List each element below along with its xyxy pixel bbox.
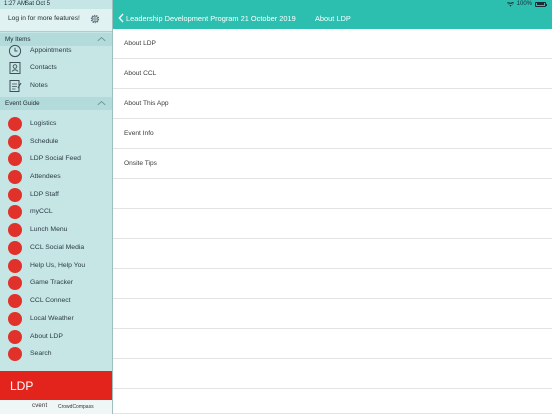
attendees-icon (8, 170, 22, 184)
sidebar: Log in for more features! My Items Appoi… (0, 0, 112, 414)
chevron-up-icon[interactable] (97, 100, 106, 106)
login-bar[interactable]: Log in for more features! (0, 9, 112, 32)
sidebar-item-label: myCCL (30, 208, 53, 215)
my-items-label: My Items (5, 36, 31, 43)
cvent-logo: cvent (32, 403, 48, 409)
sidebar-item-help-us[interactable]: Help Us, Help You (0, 258, 112, 275)
ldp-logo-text: LDP (10, 379, 34, 393)
page-title: About LDP (315, 14, 351, 23)
calendar-icon (8, 135, 22, 149)
sidebar-item-label: Notes (30, 82, 48, 89)
staff-icon (8, 188, 22, 202)
info-icon (8, 330, 22, 344)
sidebar-item-schedule[interactable]: Schedule (0, 134, 112, 151)
sidebar-item-social-feed[interactable]: LDP Social Feed (0, 151, 112, 168)
sidebar-item-game-tracker[interactable]: Game Tracker (0, 275, 112, 292)
battery-percent: 100% (516, 1, 532, 7)
chevron-up-icon[interactable] (97, 36, 106, 42)
sidebar-item-label: LDP Staff (30, 191, 59, 198)
sidebar-item-lunch-menu[interactable]: Lunch Menu (0, 222, 112, 239)
list-item-label: Event Info (124, 130, 154, 137)
empty-row (113, 209, 552, 239)
empty-row (113, 179, 552, 209)
list-item[interactable]: Onsite Tips (113, 149, 552, 179)
sidebar-item-about-ldp[interactable]: About LDP (0, 329, 112, 346)
gear-icon[interactable] (89, 13, 101, 25)
myccl-icon (8, 205, 22, 219)
sidebar-item-label: About LDP (30, 333, 63, 340)
social-media-icon (8, 241, 22, 255)
event-guide-label: Event Guide (5, 100, 40, 107)
sidebar-footer: cvent CrowdCompass (0, 400, 112, 414)
list-item-label: About CCL (124, 70, 157, 77)
empty-row (113, 359, 552, 389)
feedback-icon (8, 259, 22, 273)
sidebar-item-weather[interactable]: Local Weather (0, 311, 112, 328)
sidebar-item-staff[interactable]: LDP Staff (0, 187, 112, 204)
empty-row (113, 269, 552, 299)
sidebar-item-label: Attendees (30, 173, 61, 180)
empty-row (113, 239, 552, 269)
login-label[interactable]: Log in for more features! (8, 15, 80, 22)
game-tracker-icon (8, 276, 22, 290)
list-item[interactable]: Event Info (113, 119, 552, 149)
lunch-menu-icon (8, 223, 22, 237)
sidebar-item-label: Search (30, 350, 52, 357)
status-time: 1:27 AM (4, 1, 27, 7)
list-item-label: About This App (124, 100, 169, 107)
clock-icon (8, 44, 22, 58)
sidebar-item-myccl[interactable]: myCCL (0, 204, 112, 221)
list-item[interactable]: About LDP (113, 29, 552, 59)
status-bar: 1:27 AM Sat Oct 5 100% (0, 0, 552, 9)
contacts-icon (9, 62, 21, 74)
sidebar-item-ccl-connect[interactable]: CCL Connect (0, 293, 112, 310)
back-button[interactable]: Leadership Development Program 21 Octobe… (118, 13, 296, 23)
sidebar-item-label: Contacts (30, 64, 57, 71)
list-item[interactable]: About This App (113, 89, 552, 119)
wifi-icon (506, 1, 514, 7)
sidebar-item-label: Logistics (30, 120, 57, 127)
notes-icon (9, 80, 22, 92)
sidebar-item-attendees[interactable]: Attendees (0, 169, 112, 186)
social-feed-icon (8, 152, 22, 166)
crowdcompass-logo: CrowdCompass (58, 404, 94, 410)
sidebar-item-notes[interactable]: Notes (0, 78, 112, 95)
weather-icon (8, 312, 22, 326)
event-guide-header[interactable]: Event Guide (0, 97, 112, 110)
sidebar-item-label: CCL Social Media (30, 244, 85, 251)
sidebar-item-label: CCL Connect (30, 297, 71, 304)
sidebar-item-label: Lunch Menu (30, 226, 68, 233)
list-item-label: About LDP (124, 40, 156, 47)
back-label: Leadership Development Program 21 Octobe… (126, 13, 296, 23)
search-icon (8, 347, 22, 361)
sidebar-item-logistics[interactable]: Logistics (0, 116, 112, 133)
list-item-label: Onsite Tips (124, 160, 157, 167)
connect-icon (8, 294, 22, 308)
empty-row (113, 299, 552, 329)
sidebar-item-label: Schedule (30, 138, 59, 145)
status-date: Sat Oct 5 (25, 1, 51, 7)
sidebar-item-search[interactable]: Search (0, 346, 112, 363)
sidebar-item-contacts[interactable]: Contacts (0, 60, 112, 77)
empty-row (113, 329, 552, 359)
sidebar-item-label: Game Tracker (30, 279, 74, 286)
ldp-banner: LDP (0, 371, 112, 400)
sidebar-item-appointments[interactable]: Appointments (0, 43, 112, 60)
logistics-icon (8, 117, 22, 131)
empty-row (113, 389, 552, 414)
sidebar-item-label: Appointments (30, 47, 72, 54)
battery-icon (535, 1, 547, 7)
list-item[interactable]: About CCL (113, 59, 552, 89)
sidebar-item-label: Help Us, Help You (30, 262, 86, 269)
sidebar-item-label: LDP Social Feed (30, 155, 81, 162)
sidebar-item-social-media[interactable]: CCL Social Media (0, 240, 112, 257)
status-right: 100% (506, 1, 547, 7)
chevron-left-icon (118, 13, 124, 23)
sidebar-item-label: Local Weather (30, 315, 74, 322)
